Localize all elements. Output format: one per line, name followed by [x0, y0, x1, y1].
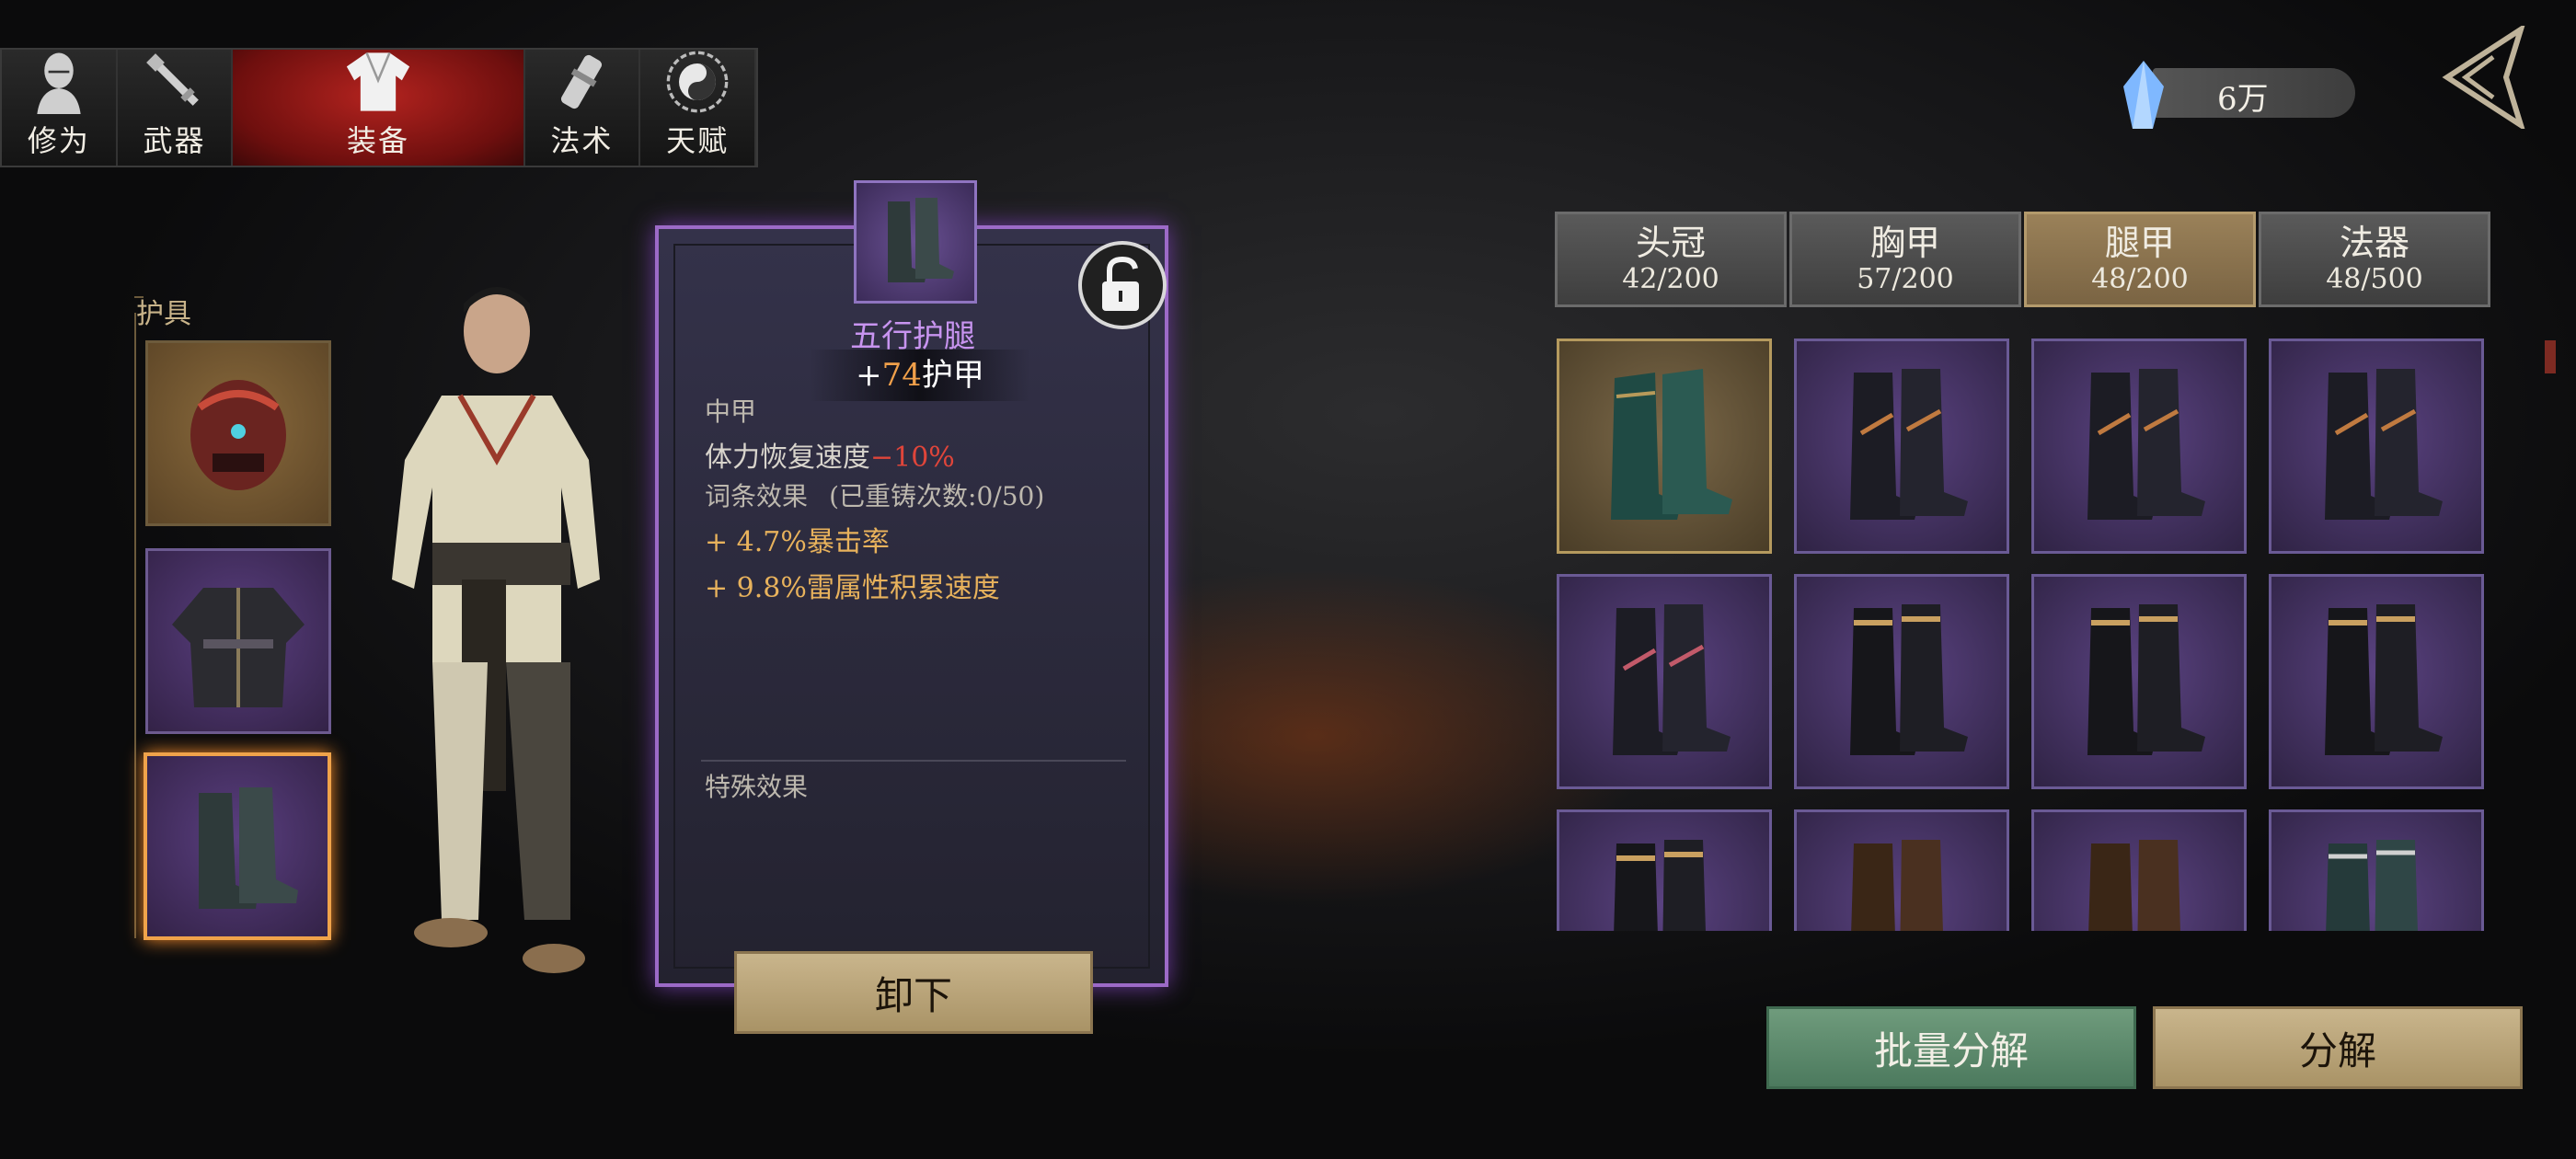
black-boots-icon: [2325, 604, 2443, 755]
weapon-icon: [145, 53, 199, 106]
armor-section-line: [134, 313, 136, 938]
black-boots-icon: [2087, 604, 2205, 755]
armor-prefix: +: [856, 357, 882, 394]
helmet-icon: [190, 380, 286, 490]
tab-label: 天赋: [666, 123, 730, 158]
affix-line: + 9.8%雷属性积累速度: [705, 572, 1000, 604]
crystal-icon: [2123, 61, 2164, 129]
inventory-item[interactable]: [2269, 809, 2484, 931]
category-name: 胸甲: [1869, 223, 1940, 263]
unequip-button[interactable]: 卸下: [734, 951, 1093, 1034]
black-boots-icon: [1850, 604, 1968, 755]
tab-label: 法术: [550, 123, 614, 158]
purple-boots-icon: [1850, 369, 1968, 520]
silver-boots-icon: [2326, 840, 2418, 931]
category-count: 42/200: [1622, 263, 1719, 295]
inventory-item[interactable]: [1557, 339, 1772, 554]
boots-icon: [199, 787, 298, 909]
category-tab-chest[interactable]: 胸甲 57/200: [1789, 212, 2021, 307]
category-count: 48/200: [2091, 263, 2189, 295]
stat-label: 体力恢复速度: [705, 442, 870, 474]
robe-icon: [346, 52, 410, 111]
tab-equipment[interactable]: 装备: [233, 50, 525, 166]
chest-armor-icon: [172, 588, 305, 707]
tab-spell[interactable]: 法术: [524, 50, 641, 166]
inventory-item[interactable]: [2031, 339, 2247, 554]
tab-label: 武器: [143, 123, 206, 158]
category-name: 头冠: [1635, 223, 1706, 263]
recast-count: (已重铸次数:0/50): [829, 481, 1045, 511]
inventory-item[interactable]: [1557, 574, 1772, 789]
armor-value: 74: [881, 357, 922, 394]
inventory-item[interactable]: [1794, 809, 2009, 931]
category-name: 法器: [2339, 223, 2409, 263]
inventory-item[interactable]: [1794, 339, 2009, 554]
top-tab-bar: 修为 武器 装备 法术 天赋: [0, 48, 758, 167]
black-boots-icon: [1614, 840, 1706, 931]
inventory-item[interactable]: [2269, 339, 2484, 554]
inventory-item[interactable]: [1794, 574, 2009, 789]
purple-boots-icon: [2325, 369, 2443, 520]
category-tab-legs[interactable]: 腿甲 48/200: [2024, 212, 2256, 307]
back-arrow-icon[interactable]: [2438, 26, 2526, 129]
currency-value: 6万: [2217, 81, 2269, 118]
inventory-item[interactable]: [2269, 574, 2484, 789]
category-name: 腿甲: [2104, 223, 2175, 263]
tab-weapon[interactable]: 武器: [117, 50, 234, 166]
brown-boots-icon: [2088, 840, 2180, 931]
affix-header: 词条效果 (已重铸次数:0/50): [705, 476, 1044, 513]
category-tab-helmet[interactable]: 头冠 42/200: [1555, 212, 1787, 307]
purple-boots-icon: [2087, 369, 2205, 520]
weight-class: 中甲: [705, 396, 757, 427]
inventory-grid: [1555, 331, 2493, 931]
taiji-icon: [666, 51, 729, 113]
brown-boots-icon: [1851, 840, 1943, 931]
divider: [701, 760, 1126, 762]
affix-title: 词条效果: [705, 481, 809, 511]
stat-value: −10%: [870, 442, 955, 474]
tab-cultivation[interactable]: 修为: [2, 50, 118, 166]
stamina-stat-row: 体力恢复速度−10%: [705, 434, 955, 475]
dismantle-button[interactable]: 分解: [2153, 1006, 2523, 1089]
leg-slot[interactable]: [144, 752, 331, 940]
category-count: 57/200: [1857, 263, 1954, 295]
category-tab-artifact[interactable]: 法器 48/500: [2259, 212, 2490, 307]
inventory-scrollbar[interactable]: [2545, 340, 2556, 373]
boots-icon: [888, 198, 954, 282]
armor-label: 护甲: [921, 357, 984, 394]
armor-value-row: +74护甲: [810, 350, 1030, 401]
purple-boots-icon: [1613, 604, 1731, 755]
inventory-item[interactable]: [2031, 809, 2247, 931]
character-model: [392, 287, 600, 973]
item-thumbnail: [854, 180, 977, 304]
category-count: 48/500: [2326, 263, 2423, 295]
armor-section-title: 护具: [136, 298, 191, 330]
special-effect-title: 特殊效果: [705, 772, 809, 802]
currency-display: 6万: [2116, 61, 2355, 129]
inventory-item[interactable]: [1557, 809, 1772, 931]
inventory-item[interactable]: [2031, 574, 2247, 789]
scroll-icon: [561, 54, 603, 109]
cultivation-figure-icon: [37, 52, 81, 114]
batch-dismantle-button[interactable]: 批量分解: [1766, 1006, 2136, 1089]
helmet-slot[interactable]: [145, 340, 331, 526]
tab-label: 修为: [27, 123, 90, 158]
tab-label: 装备: [346, 123, 409, 158]
affix-line: + 4.7%暴击率: [705, 526, 890, 558]
teal-boots-icon: [1611, 369, 1732, 520]
chest-slot[interactable]: [145, 548, 331, 734]
tab-talent[interactable]: 天赋: [640, 50, 756, 166]
